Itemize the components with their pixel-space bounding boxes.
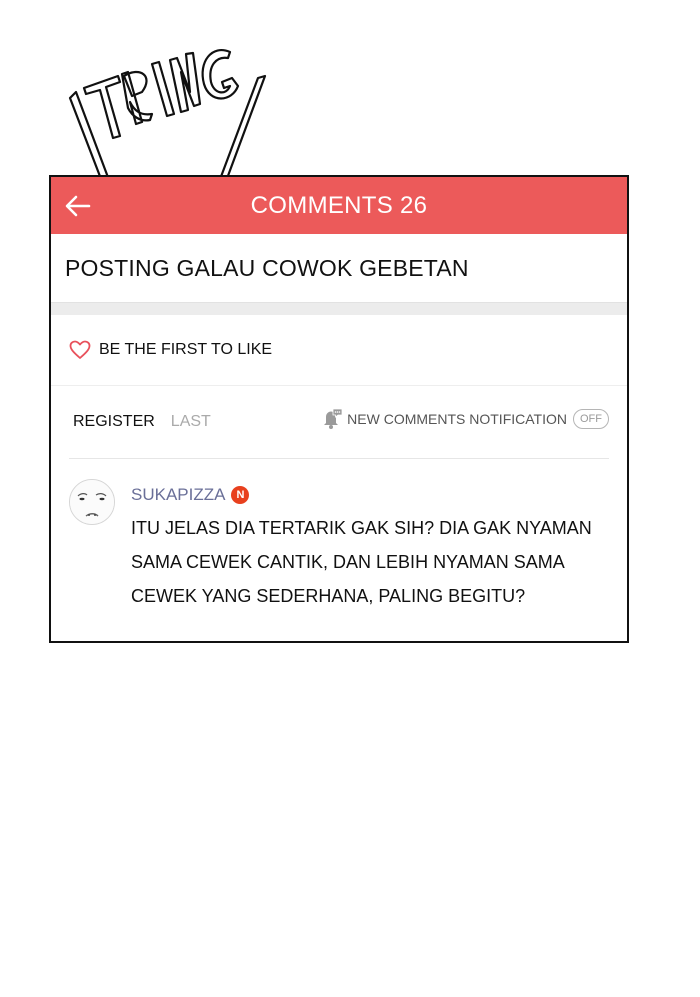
new-comments-notification: NEW COMMENTS NOTIFICATION OFF — [321, 408, 609, 430]
comment-username[interactable]: SUKAPIZZA — [131, 485, 225, 505]
comment-item: SUKAPIZZA N ITU JELAS DIA TERTARIK GAK S… — [51, 459, 627, 613]
notification-label: NEW COMMENTS NOTIFICATION — [347, 411, 567, 427]
comments-header: COMMENTS 26 — [51, 177, 627, 234]
post-title-row: POSTING GALAU COWOK GEBETAN — [51, 234, 627, 303]
arrow-left-icon[interactable] — [63, 191, 93, 221]
comment-user-line: SUKAPIZZA N — [131, 485, 617, 505]
new-badge: N — [231, 486, 250, 504]
post-title: POSTING GALAU COWOK GEBETAN — [65, 254, 469, 281]
notification-toggle[interactable]: OFF — [573, 409, 609, 429]
comment-text: ITU JELAS DIA TERTARIK GAK SIH? DIA GAK … — [131, 518, 592, 606]
tab-register[interactable]: REGISTER — [73, 413, 155, 431]
avatar-face-image — [70, 480, 114, 524]
heart-outline-icon[interactable] — [69, 340, 91, 360]
header-title: COMMENTS 26 — [250, 191, 428, 219]
comment-tabs: REGISTER LAST NEW COMMENTS NOTIFICATION … — [69, 386, 609, 459]
like-text: BE THE FIRST TO LIKE — [99, 341, 273, 358]
avatar[interactable] — [69, 479, 115, 525]
comment-body: SUKAPIZZA N ITU JELAS DIA TERTARIK GAK S… — [131, 479, 617, 613]
comments-panel: COMMENTS 26 POSTING GALAU COWOK GEBETAN … — [49, 175, 629, 643]
tab-last[interactable]: LAST — [171, 413, 211, 431]
bell-chat-icon — [324, 408, 343, 429]
section-divider — [51, 303, 627, 315]
like-row[interactable]: BE THE FIRST TO LIKE — [51, 315, 627, 386]
